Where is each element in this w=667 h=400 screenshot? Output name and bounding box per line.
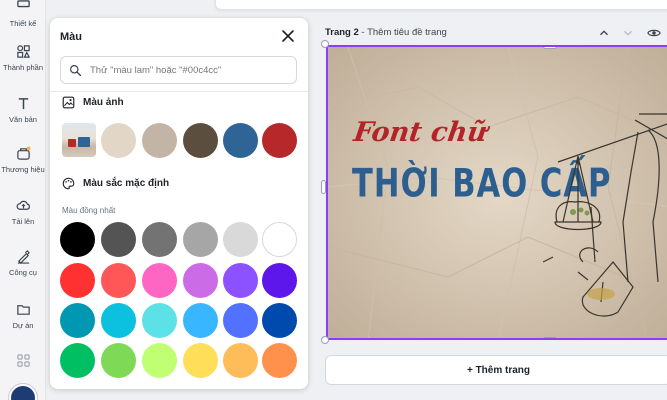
sidebar-item-design[interactable]: Thiết kế	[0, 0, 46, 28]
color-search-field[interactable]	[60, 56, 297, 84]
section-title: Màu ảnh	[83, 97, 124, 108]
text-icon	[18, 98, 28, 110]
color-swatch[interactable]	[142, 303, 177, 338]
color-swatch[interactable]	[183, 343, 218, 378]
color-swatch[interactable]	[183, 263, 218, 298]
close-icon[interactable]	[280, 28, 296, 44]
search-input[interactable]	[90, 64, 290, 76]
add-page-button[interactable]: + Thêm trang	[325, 355, 667, 385]
brand-icon	[16, 146, 31, 160]
search-icon	[70, 64, 82, 76]
sidebar-item-uploads[interactable]: Tải lên	[0, 198, 46, 226]
design-canvas[interactable]: Font chữ THỜI BAO CẤP	[326, 45, 667, 340]
apps-icon	[16, 354, 30, 367]
color-swatch[interactable]	[223, 263, 258, 298]
resize-handle[interactable]	[543, 47, 557, 49]
color-panel: Màu Màu ảnh Màu sắc mặc định Màu đồng nh…	[50, 18, 308, 389]
color-swatch[interactable]	[142, 123, 177, 158]
color-swatch[interactable]	[223, 303, 258, 338]
color-swatch[interactable]	[142, 343, 177, 378]
chevron-down-icon[interactable]	[621, 26, 635, 40]
layout-icon	[16, 0, 30, 8]
default-colors-header: Màu sắc mặc định	[62, 177, 169, 190]
sidebar-item-text[interactable]: Văn bản	[0, 96, 46, 124]
color-swatch[interactable]	[223, 343, 258, 378]
page-title[interactable]: Trang 2 - Thêm tiêu đề trang	[325, 27, 447, 38]
sidebar-item-tools[interactable]: Công cụ	[0, 249, 46, 277]
sidebar-item-apps[interactable]	[0, 353, 46, 368]
color-swatch[interactable]	[223, 123, 258, 158]
left-sidebar: Thiết kế Thành phần Văn bản Thương hiệu …	[0, 0, 46, 400]
cloud-upload-icon	[16, 200, 30, 210]
magic-assistant-icon[interactable]	[9, 384, 37, 400]
color-swatch[interactable]	[262, 263, 297, 298]
resize-handle[interactable]	[543, 337, 557, 338]
page-header: Trang 2 - Thêm tiêu đề trang	[325, 26, 667, 42]
color-swatch[interactable]	[262, 222, 297, 257]
sidebar-item-label: Thành phần	[2, 63, 44, 72]
color-swatch[interactable]	[60, 222, 95, 257]
color-swatch[interactable]	[183, 222, 218, 257]
palette-icon	[62, 177, 75, 190]
eye-icon[interactable]	[647, 26, 661, 40]
color-swatch[interactable]	[101, 263, 136, 298]
color-swatch[interactable]	[60, 303, 95, 338]
canvas-script-text[interactable]: Font chữ	[352, 117, 489, 148]
color-swatch[interactable]	[101, 123, 136, 158]
sidebar-item-label: Thương hiệu	[1, 165, 45, 174]
color-swatch[interactable]	[101, 222, 136, 257]
color-swatch[interactable]	[101, 343, 136, 378]
sidebar-item-label: Tải lên	[11, 217, 35, 226]
photo-colors-header: Màu ảnh	[62, 96, 124, 109]
sidebar-item-projects[interactable]: Dự án	[0, 302, 46, 330]
sidebar-item-label: Dự án	[12, 321, 34, 330]
page-title-placeholder: - Thêm tiêu đề trang	[358, 27, 447, 38]
divider	[50, 91, 308, 92]
color-swatch[interactable]	[183, 303, 218, 338]
sidebar-item-elements[interactable]: Thành phần	[0, 44, 46, 72]
image-icon	[62, 96, 75, 109]
page-number: Trang 2	[325, 27, 359, 38]
folder-icon	[16, 305, 30, 315]
sidebar-item-brand[interactable]: Thương hiệu	[0, 146, 46, 174]
color-swatch[interactable]	[223, 222, 258, 257]
sidebar-item-label: Công cụ	[9, 268, 37, 277]
top-toolbar	[215, 0, 667, 10]
sidebar-item-label: Văn bản	[9, 115, 37, 124]
photo-thumbnail-swatch[interactable]	[62, 123, 96, 157]
color-swatch[interactable]	[142, 263, 177, 298]
color-swatch[interactable]	[262, 303, 297, 338]
section-title: Màu sắc mặc định	[83, 178, 170, 189]
color-swatch[interactable]	[60, 263, 95, 298]
color-swatch[interactable]	[262, 123, 297, 158]
solid-colors-label: Màu đồng nhất	[62, 206, 116, 215]
resize-handle[interactable]	[321, 40, 329, 48]
resize-handle[interactable]	[321, 180, 326, 194]
chevron-up-icon[interactable]	[597, 26, 611, 40]
resize-handle[interactable]	[321, 336, 329, 344]
color-swatch[interactable]	[262, 343, 297, 378]
street-vendor-illustration[interactable]	[543, 112, 667, 340]
panel-title: Màu	[60, 31, 82, 43]
shapes-icon	[16, 45, 30, 58]
color-swatch[interactable]	[142, 222, 177, 257]
color-swatch[interactable]	[60, 343, 95, 378]
pen-tool-icon	[17, 250, 30, 264]
sidebar-item-label: Thiết kế	[9, 19, 37, 28]
color-swatch[interactable]	[183, 123, 218, 158]
color-swatch[interactable]	[101, 303, 136, 338]
